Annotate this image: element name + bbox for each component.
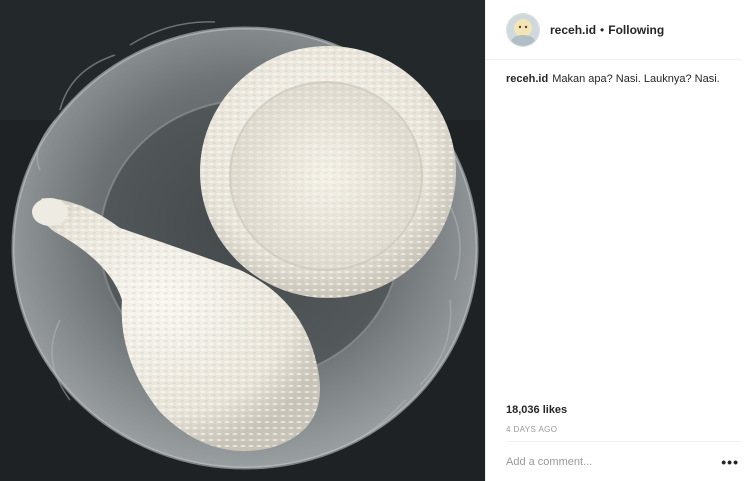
comment-bar: ••• (506, 441, 741, 481)
post-image (0, 0, 485, 481)
caption-text: Makan apa? Nasi. Lauknya? Nasi. (552, 73, 720, 85)
post-details-panel: receh.id • Following receh.id Makan apa? … (485, 0, 745, 481)
caption-username[interactable]: receh.id (506, 73, 548, 85)
rice-ring (200, 46, 456, 298)
follow-separator: • (600, 22, 605, 37)
header-username[interactable]: receh.id (550, 23, 596, 37)
following-button[interactable]: Following (608, 23, 664, 37)
post-timestamp[interactable]: 4 DAYS AGO (506, 425, 557, 434)
post-caption: receh.id Makan apa? Nasi. Lauknya? Nasi. (506, 72, 731, 87)
more-options-icon[interactable]: ••• (721, 455, 741, 469)
post-photo[interactable] (0, 0, 485, 481)
avatar[interactable] (506, 12, 540, 47)
comment-input[interactable] (506, 455, 686, 468)
avatar-icon (507, 13, 539, 46)
post-header: receh.id • Following (486, 0, 741, 60)
likes-count[interactable]: 18,036 likes (506, 404, 567, 416)
